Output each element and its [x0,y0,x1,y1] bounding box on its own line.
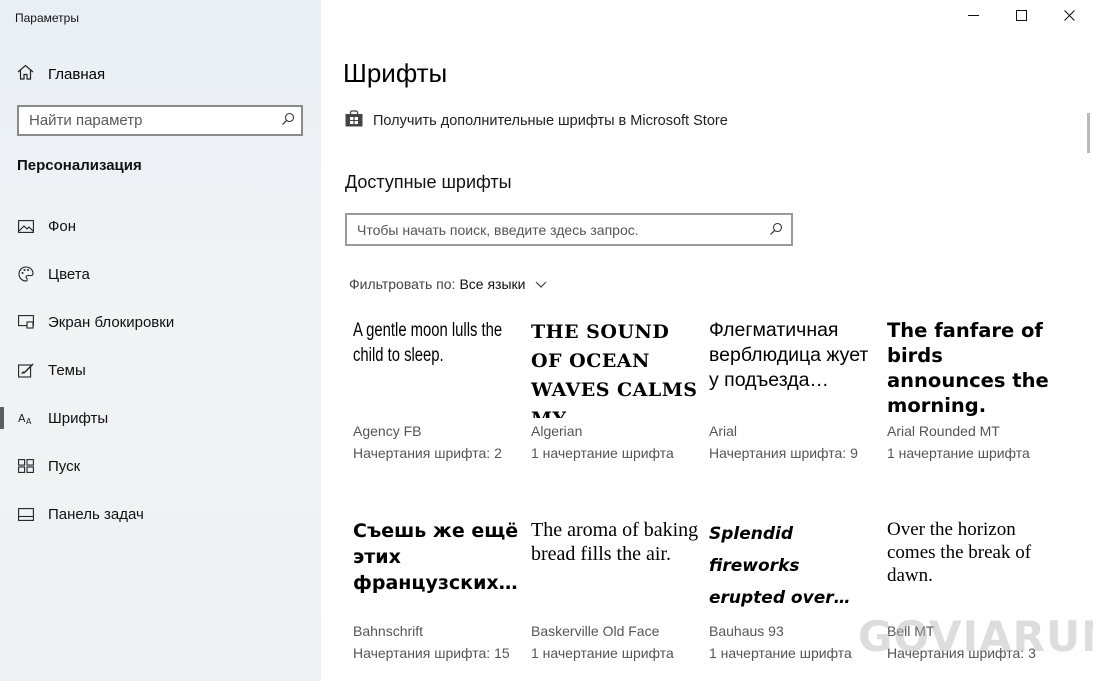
font-name: Bauhaus 93 [709,623,784,639]
section-heading: Персонализация [17,157,142,174]
font-style-count: 1 начертание шрифта [709,645,852,661]
font-sample: Флегматичная верблюдица жует у подъезда… [709,319,869,391]
lock-screen-icon [18,314,34,330]
search-icon[interactable] [281,112,295,130]
font-card-arial-rounded-mt[interactable]: The fanfare of birds announces the morni… [887,318,1057,461]
store-icon [345,110,363,131]
font-card-agency-fb[interactable]: A gentle moon lulls the child to sleep. … [353,318,523,461]
taskbar-icon [18,506,34,522]
font-card-arial[interactable]: Флегматичная верблюдица жует у подъезда…… [709,318,879,461]
window-controls [949,0,1093,34]
font-card-bauhaus-93[interactable]: Splendid fireworks erupted over… Bauhaus… [709,518,879,661]
sidebar-item-themes[interactable]: Темы [0,346,321,394]
font-style-count: 1 начертание шрифта [887,445,1030,461]
sidebar-item-colors[interactable]: Цвета [0,250,321,298]
sidebar-item-start[interactable]: Пуск [0,442,321,490]
sidebar-item-label: Фон [48,217,77,235]
svg-text:A: A [26,417,32,425]
store-link[interactable]: Получить дополнительные шрифты в Microso… [345,110,728,131]
font-name: Algerian [531,423,583,439]
sidebar-item-label: Экран блокировки [48,313,175,331]
font-name: Bahnschrift [353,623,424,639]
sidebar-item-label: Шрифты [48,409,109,427]
palette-icon [18,266,34,282]
font-name: Baskerville Old Face [531,623,660,639]
font-name: Agency FB [353,423,422,439]
maximize-icon [1015,8,1027,26]
page-title: Шрифты [343,58,448,88]
watermark: GOVIARUM [858,612,1093,661]
font-search-input[interactable]: Чтобы начать поиск, введите здесь запрос… [345,213,793,246]
font-card-algerian[interactable]: THE SOUND OF OCEAN WAVES CALMS MY… Alger… [531,318,701,461]
font-name: Arial [709,423,738,439]
close-button[interactable] [1045,0,1093,34]
font-sample: THE SOUND OF OCEAN WAVES CALMS MY… [531,321,698,418]
font-style-count: Начертания шрифта: 2 [353,445,502,461]
home-label: Главная [48,65,106,83]
font-style-count: 1 начертание шрифта [531,645,674,661]
sidebar-item-taskbar[interactable]: Панель задач [0,490,321,538]
sidebar-item-label: Пуск [48,457,81,475]
home-icon [17,64,34,84]
font-card-bell-mt[interactable]: Over the horizon comes the break of dawn… [887,518,1057,661]
sidebar-nav: Фон Цвета Экран блокировки Темы AA Шрифт… [0,202,321,538]
font-name: Arial Rounded MT [887,423,1000,439]
font-style-count: Начертания шрифта: 9 [709,445,858,461]
store-link-label: Получить дополнительные шрифты в Microso… [373,112,728,129]
font-sample: The fanfare of birds announces the morni… [887,319,1049,417]
svg-text:A: A [18,412,26,425]
sidebar-item-background[interactable]: Фон [0,202,321,250]
settings-search-placeholder: Найти параметр [29,112,143,129]
maximize-button[interactable] [997,0,1045,34]
filter-value: Все языки [459,276,526,292]
font-style-count: Начертания шрифта: 15 [353,645,510,661]
language-filter[interactable]: Фильтровать по: Все языки [349,276,547,292]
settings-search-input[interactable]: Найти параметр [17,105,303,136]
scrollbar-thumb[interactable] [1087,113,1090,153]
font-search-placeholder: Чтобы начать поиск, введите здесь запрос… [357,221,639,238]
font-card-bahnschrift[interactable]: Съешь же ещё этих французских… Bahnschri… [353,518,523,661]
chevron-down-icon [535,276,547,292]
home-link[interactable]: Главная [17,64,105,84]
themes-icon [18,362,34,378]
font-sample: Splendid fireworks erupted over… [709,524,851,608]
font-sample: The aroma of baking bread fills the air. [531,519,699,565]
minimize-icon [967,8,979,26]
font-sample: Съешь же ещё этих французских… [353,520,519,594]
sidebar-item-label: Цвета [48,265,90,283]
font-sample: Over the horizon comes the break of dawn… [887,519,1032,586]
fonts-icon: AA [18,410,34,426]
minimize-button[interactable] [949,0,997,34]
sidebar-item-label: Темы [48,361,86,379]
close-icon [1063,8,1075,26]
window-title: Параметры [15,11,79,25]
sidebar-item-label: Панель задач [48,505,144,523]
font-card-baskerville-old-face[interactable]: The aroma of baking bread fills the air.… [531,518,701,661]
filter-label: Фильтровать по: [349,276,456,292]
picture-icon [18,218,34,234]
sidebar-item-fonts[interactable]: AA Шрифты [0,394,321,442]
font-sample: A gentle moon lulls the child to sleep. [353,320,503,366]
search-icon[interactable] [769,222,783,239]
sidebar-item-lock-screen[interactable]: Экран блокировки [0,298,321,346]
font-style-count: 1 начертание шрифта [531,445,674,461]
sidebar: Параметры Главная Найти параметр Персона… [0,0,321,681]
start-icon [18,458,34,474]
available-fonts-heading: Доступные шрифты [345,172,512,192]
